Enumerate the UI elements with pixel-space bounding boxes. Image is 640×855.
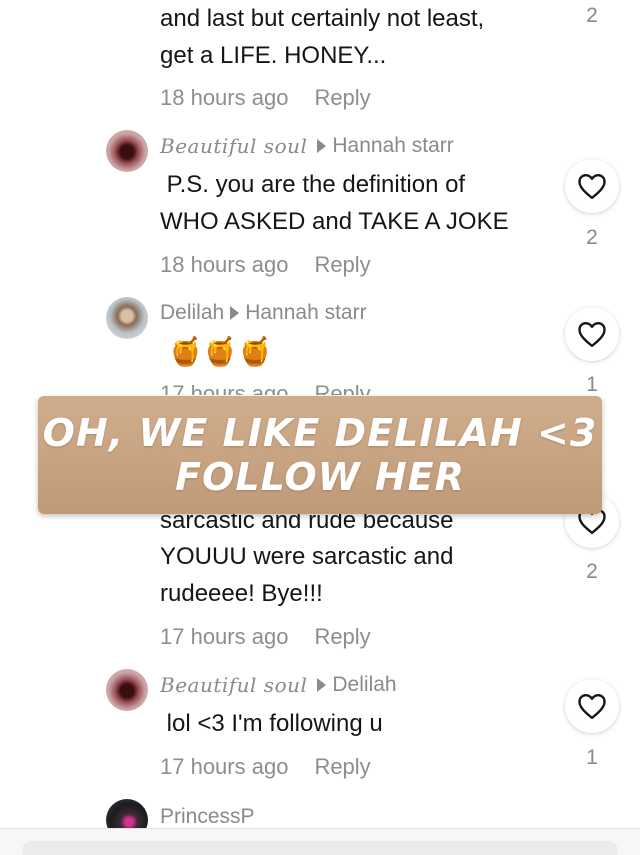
like-button[interactable] <box>565 679 619 733</box>
comment-author[interactable]: Beautiful soul <box>160 673 307 697</box>
comment-text-line: lol <3 I'm following u <box>160 710 383 737</box>
reply-button[interactable]: Reply <box>314 85 370 110</box>
comment-header: Beautiful soul Delilah <box>160 673 397 697</box>
comment-author[interactable]: PrincessP <box>160 805 255 829</box>
comment-header: PrincessP <box>160 805 255 829</box>
triangle-right-icon <box>317 678 327 692</box>
like-count: 1 <box>586 746 598 769</box>
person-avatar[interactable] <box>106 297 148 339</box>
comment-timestamp: 17 hours ago <box>160 624 289 649</box>
comment-text-line: YOUUU were sarcastic and <box>160 543 454 570</box>
triangle-right-icon <box>317 139 327 153</box>
reply-button[interactable]: Reply <box>314 624 370 649</box>
comment-input-bar <box>0 828 640 855</box>
like-button[interactable] <box>565 159 619 213</box>
comment-emoji: 🍯🍯🍯 <box>168 336 273 367</box>
banner-line: OH, WE LIKE DELILAH <3 <box>42 411 598 455</box>
comment-meta: 18 hours ago Reply <box>160 85 371 111</box>
comment-author[interactable]: Delilah <box>160 301 224 325</box>
comment-timestamp: 18 hours ago <box>160 85 289 110</box>
comment-input[interactable] <box>22 841 618 855</box>
reply-to-user[interactable]: Delilah <box>332 673 396 697</box>
like-count: 2 <box>586 226 598 249</box>
comment-text-line: and last but certainly not least, <box>160 5 485 32</box>
reply-to-user[interactable]: Hannah starr <box>245 301 366 325</box>
like-count: 2 <box>586 4 598 27</box>
heart-avatar[interactable] <box>106 669 148 711</box>
comment-author[interactable]: Beautiful soul <box>160 134 307 158</box>
reply-button[interactable]: Reply <box>314 754 370 779</box>
comment-timestamp: 17 hours ago <box>160 754 289 779</box>
comment-meta: 17 hours ago Reply <box>160 754 371 780</box>
comment-timestamp: 18 hours ago <box>160 252 289 277</box>
like-count: 1 <box>586 373 598 396</box>
heart-avatar[interactable] <box>106 130 148 172</box>
comment-timestamp: 17 hours ago <box>160 381 289 395</box>
triangle-right-icon <box>230 306 240 320</box>
comment-header: Beautiful soul Hannah starr <box>160 134 454 158</box>
comment-text-line: get a LIFE. HONEY... <box>160 42 387 69</box>
reply-to-user[interactable]: Hannah starr <box>332 134 453 158</box>
reply-button[interactable]: Reply <box>314 252 370 277</box>
comment-meta: 17 hours ago Reply <box>160 624 371 650</box>
heart-outline-icon <box>578 173 606 200</box>
comment-meta: 18 hours ago Reply <box>160 252 371 278</box>
heart-outline-icon <box>578 693 606 720</box>
comment-text-line: WHO ASKED and TAKE A JOKE <box>160 208 509 235</box>
like-button[interactable] <box>565 307 619 361</box>
comment-meta: 17 hours ago Reply <box>160 381 371 395</box>
comment-text-line: rudeeee! Bye!!! <box>160 580 323 607</box>
comment-header: Delilah Hannah starr <box>160 301 367 325</box>
like-count: 2 <box>586 560 598 583</box>
caption-banner: OH, WE LIKE DELILAH <3 FOLLOW HER <box>38 396 602 514</box>
reply-button[interactable]: Reply <box>314 381 370 395</box>
banner-line: FOLLOW HER <box>175 455 465 499</box>
heart-outline-icon <box>578 321 606 348</box>
comment-text-line: P.S. you are the definition of <box>160 171 466 198</box>
